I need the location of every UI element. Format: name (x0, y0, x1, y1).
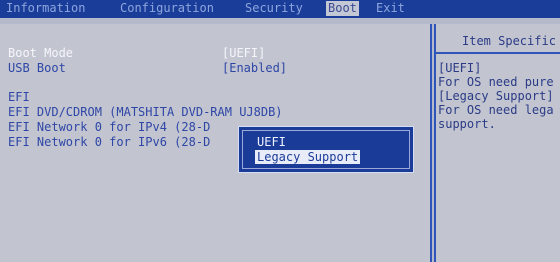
boot-device-dvd[interactable]: EFI DVD/CDROM (MATSHITA DVD-RAM UJ8DB) (8, 105, 283, 119)
efi-section-header: EFI (8, 90, 30, 104)
help-line: For OS need pure (438, 75, 554, 89)
tab-security[interactable]: Security (245, 1, 303, 16)
popup-frame: UEFI Legacy Support (242, 130, 410, 169)
boot-mode-popup: UEFI Legacy Support (238, 126, 414, 173)
boot-device-network-ipv4[interactable]: EFI Network 0 for IPv4 (28-D (8, 120, 210, 134)
boot-mode-label[interactable]: Boot Mode (8, 46, 73, 60)
popup-option-legacy-support[interactable]: Legacy Support (255, 150, 361, 164)
usb-boot-value[interactable]: [Enabled] (222, 61, 287, 75)
tab-boot[interactable]: Boot (326, 1, 359, 16)
tab-exit[interactable]: Exit (376, 1, 405, 16)
popup-option-uefi[interactable]: UEFI (257, 135, 286, 149)
help-panel (436, 24, 560, 262)
help-line: For OS need lega (438, 103, 554, 117)
boot-mode-value[interactable]: [UEFI] (222, 46, 265, 60)
tab-configuration[interactable]: Configuration (120, 1, 214, 16)
tab-information[interactable]: Information (6, 1, 85, 16)
help-title: Item Specific (462, 34, 556, 48)
menu-bar: Information Configuration Security Boot … (0, 0, 560, 18)
panel-divider (430, 24, 432, 262)
usb-boot-label[interactable]: USB Boot (8, 61, 66, 75)
help-line: support. (438, 117, 496, 131)
help-line: [Legacy Support] (438, 89, 554, 103)
boot-device-network-ipv6[interactable]: EFI Network 0 for IPv6 (28-D (8, 135, 210, 149)
help-line: [UEFI] (438, 61, 482, 75)
help-divider (436, 52, 560, 54)
